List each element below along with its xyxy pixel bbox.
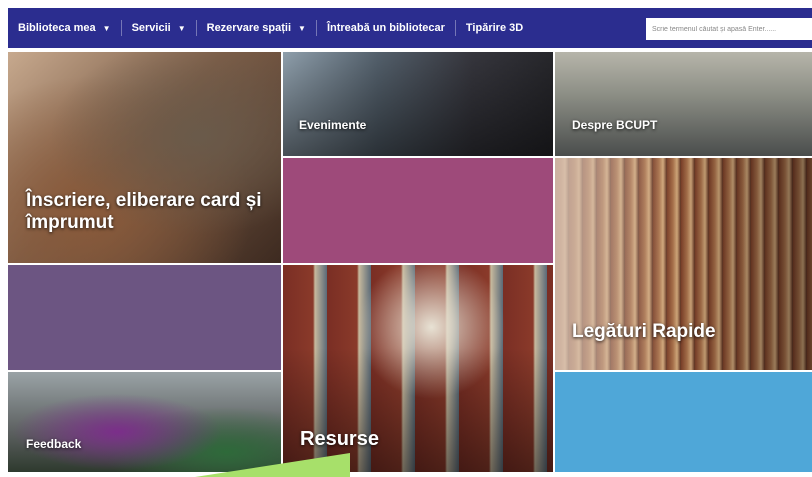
tile-legaturi-title: Legături Rapide bbox=[572, 321, 716, 342]
tile-inscriere-title: Înscriere, eliberare card și împrumut bbox=[26, 190, 262, 233]
tile-legaturi-rapide[interactable]: Legături Rapide bbox=[555, 158, 812, 370]
nav-label: Servicii bbox=[131, 22, 171, 34]
nav-label: Tipărire 3D bbox=[465, 22, 524, 34]
caret-down-icon: ▼ bbox=[102, 23, 111, 33]
top-navigation: Biblioteca mea ▼ Servicii ▼ Rezervare sp… bbox=[8, 8, 812, 48]
tile-inscriere[interactable]: Înscriere, eliberare card și împrumut bbox=[8, 52, 281, 263]
tile-despre-title: Despre BCUPT bbox=[572, 118, 658, 132]
tile-feedback-title: Feedback bbox=[26, 437, 82, 451]
caret-down-icon: ▼ bbox=[298, 23, 306, 33]
nav-intreaba-bibliotecar[interactable]: Întreabă un bibliotecar bbox=[317, 8, 455, 48]
nav-label: Întreabă un bibliotecar bbox=[326, 22, 445, 34]
nav-servicii[interactable]: Servicii ▼ bbox=[122, 8, 196, 48]
nav-label: Rezervare spații bbox=[206, 22, 292, 34]
tile-evenimente-title: Evenimente bbox=[299, 118, 367, 132]
tile-purple-block bbox=[8, 265, 281, 370]
caret-down-icon: ▼ bbox=[177, 23, 186, 33]
tile-resurse[interactable]: Resurse bbox=[283, 265, 553, 472]
nav-tiparire-3d[interactable]: Tipărire 3D bbox=[456, 8, 533, 48]
tile-magenta-block bbox=[283, 158, 553, 263]
nav-label: Biblioteca mea bbox=[18, 22, 96, 34]
tile-resurse-title: Resurse bbox=[300, 428, 379, 450]
nav-biblioteca-mea[interactable]: Biblioteca mea ▼ bbox=[8, 8, 121, 48]
pointer-arrow-overlay bbox=[195, 453, 350, 477]
tile-evenimente[interactable]: Evenimente bbox=[283, 52, 553, 156]
search-input[interactable] bbox=[646, 18, 812, 40]
tile-despre-bcupt[interactable]: Despre BCUPT bbox=[555, 52, 812, 156]
tile-blue-block bbox=[555, 372, 812, 472]
nav-rezervare-spatii[interactable]: Rezervare spații ▼ bbox=[197, 8, 316, 48]
